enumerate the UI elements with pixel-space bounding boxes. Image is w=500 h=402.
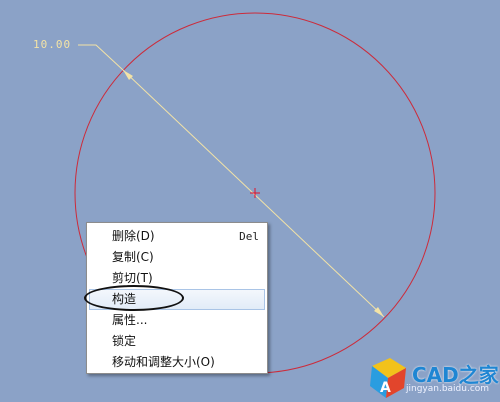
menu-item-move-resize-label: 移动和调整大小(O) [112,355,215,369]
menu-item-copy[interactable]: 复制(C) [87,247,267,268]
menu-item-delete[interactable]: 删除(D) Del [87,226,267,247]
menu-item-properties-label: 属性... [112,313,148,327]
menu-item-copy-label: 复制(C) [112,250,154,264]
cube-logo-icon: A [370,358,406,398]
menu-item-delete-shortcut: Del [239,230,259,243]
menu-item-properties[interactable]: 属性... [87,310,267,331]
menu-item-lock[interactable]: 锁定 [87,331,267,352]
svg-text:A: A [380,380,391,396]
menu-item-cut-label: 剪切(T) [112,271,153,285]
menu-item-lock-label: 锁定 [112,334,137,348]
watermark-url-text: jingyan.baidu.com [406,384,490,394]
dimension-value-label[interactable]: 10.00 [33,38,71,51]
menu-item-move-resize[interactable]: 移动和调整大小(O) [87,352,267,373]
dimension-leader-line [78,44,124,71]
menu-item-construction-label: 构造 [112,292,137,306]
context-menu: 删除(D) Del 复制(C) 剪切(T) 构造 属性... 锁定 移动和调整大… [86,222,268,374]
circle-center-mark[interactable] [250,188,260,198]
menu-item-delete-label: 删除(D) [112,229,155,243]
menu-item-construction[interactable]: 构造 [89,289,265,310]
menu-item-cut[interactable]: 剪切(T) [87,268,267,289]
